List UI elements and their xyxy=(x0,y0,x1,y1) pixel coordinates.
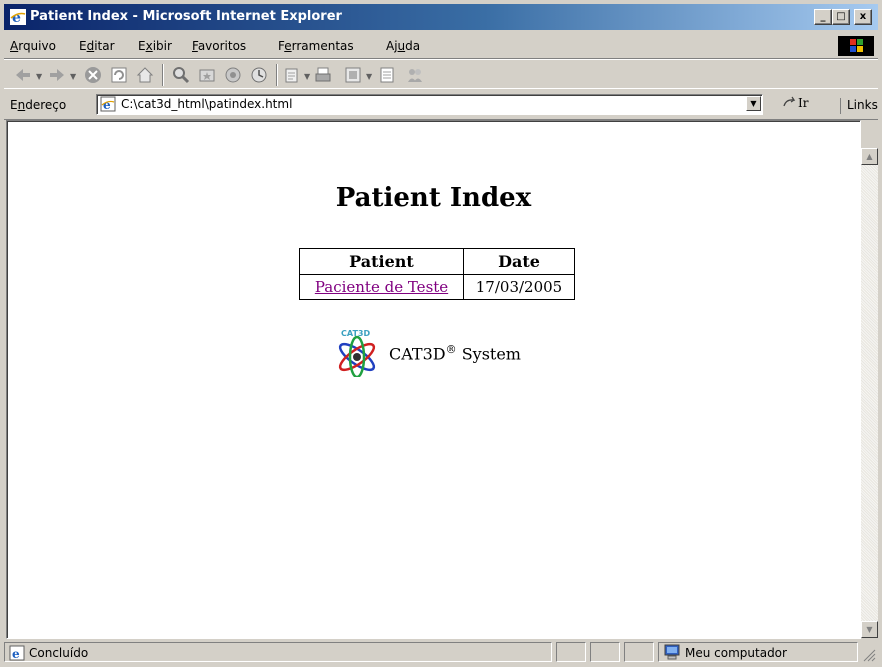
patient-table: Patient Date Paciente de Teste 17/03/200… xyxy=(299,248,575,300)
media-icon[interactable] xyxy=(224,66,242,84)
menu-ajuda[interactable]: Ajuda xyxy=(386,39,420,53)
home-icon[interactable] xyxy=(136,66,154,84)
address-bar: Endereço e C:\cat3d_html\patindex.html ▼… xyxy=(4,88,878,120)
forward-arrow-icon[interactable] xyxy=(48,66,66,84)
page-viewport: Patient Index Patient Date Paciente de T… xyxy=(6,120,861,639)
column-header-date: Date xyxy=(463,248,575,275)
vertical-scrollbar[interactable]: ▲ ▼ xyxy=(861,148,878,638)
status-text: Concluído xyxy=(29,646,89,660)
go-label: Ir xyxy=(798,96,809,110)
edit-icon[interactable] xyxy=(344,66,362,84)
security-zone-text: Meu computador xyxy=(685,646,787,660)
address-url: C:\cat3d_html\patindex.html xyxy=(121,97,293,111)
patient-cell: Paciente de Teste xyxy=(299,274,464,300)
stop-icon[interactable] xyxy=(84,66,102,84)
windows-logo-icon xyxy=(838,36,874,56)
window-title: Patient Index - Microsoft Internet Explo… xyxy=(30,9,342,24)
computer-icon xyxy=(664,644,680,660)
status-bar: e Concluído Meu computador xyxy=(4,640,878,665)
svg-text:e: e xyxy=(12,647,20,661)
mail-icon[interactable] xyxy=(284,66,302,84)
scroll-up-arrow-icon[interactable]: ▲ xyxy=(861,148,878,165)
column-header-patient: Patient xyxy=(299,248,464,275)
scroll-down-arrow-icon[interactable]: ▼ xyxy=(861,621,878,638)
address-label: Endereço xyxy=(10,98,67,112)
go-button[interactable]: Ir xyxy=(782,96,808,110)
resize-grip-icon[interactable] xyxy=(862,648,876,662)
cat3d-atom-logo: CAT3D xyxy=(338,329,376,377)
menu-editar[interactable]: Editar xyxy=(79,39,115,53)
table-header-row: Patient Date xyxy=(299,248,575,275)
discuss-icon[interactable] xyxy=(378,66,396,84)
status-cell xyxy=(590,642,620,662)
print-icon[interactable] xyxy=(314,66,332,84)
mail-dropdown-icon[interactable]: ▼ xyxy=(304,72,310,81)
page-icon: e xyxy=(100,96,116,112)
standard-toolbar: ▼ ▼ ▼ ▼ xyxy=(4,59,878,89)
search-icon[interactable] xyxy=(172,66,190,84)
minimize-button[interactable]: _ xyxy=(814,9,832,25)
go-arrow-icon xyxy=(783,96,796,107)
back-arrow-icon[interactable] xyxy=(14,66,32,84)
svg-text:e: e xyxy=(12,10,21,25)
date-cell: 17/03/2005 xyxy=(463,274,575,300)
status-cell xyxy=(624,642,654,662)
history-icon[interactable] xyxy=(250,66,268,84)
page-heading: Patient Index xyxy=(335,183,532,213)
status-main-cell: e Concluído xyxy=(4,642,552,662)
ie-window: e Patient Index - Microsoft Internet Exp… xyxy=(0,0,882,667)
favorites-icon[interactable] xyxy=(198,66,216,84)
table-row: Paciente de Teste 17/03/2005 xyxy=(299,274,575,300)
forward-dropdown-icon[interactable]: ▼ xyxy=(70,72,76,81)
menu-arquivo[interactable]: Arquivo xyxy=(10,39,56,53)
maximize-button[interactable]: □ xyxy=(832,9,850,25)
menu-ferramentas[interactable]: Ferramentas xyxy=(278,39,354,53)
patient-link[interactable]: Paciente de Teste xyxy=(315,278,448,296)
close-button[interactable]: x xyxy=(854,9,872,25)
edit-dropdown-icon[interactable]: ▼ xyxy=(366,72,372,81)
refresh-icon[interactable] xyxy=(110,66,128,84)
brand-text: CAT3D® System xyxy=(389,343,521,364)
links-button[interactable]: Links xyxy=(840,98,878,114)
page-done-icon: e xyxy=(9,645,25,661)
address-input[interactable]: e C:\cat3d_html\patindex.html ▼ xyxy=(96,94,763,115)
toolbar-separator xyxy=(162,64,164,86)
menu-favoritos[interactable]: Favoritos xyxy=(192,39,246,53)
menu-exibir[interactable]: Exibir xyxy=(138,39,172,53)
title-bar[interactable]: e Patient Index - Microsoft Internet Exp… xyxy=(4,4,878,30)
status-zone-cell: Meu computador xyxy=(658,642,858,662)
messenger-icon[interactable] xyxy=(406,66,424,84)
ie-logo-icon: e xyxy=(10,9,26,25)
address-dropdown-icon[interactable]: ▼ xyxy=(746,96,761,111)
svg-text:e: e xyxy=(103,98,111,112)
back-dropdown-icon[interactable]: ▼ xyxy=(36,72,42,81)
status-cell xyxy=(556,642,586,662)
menu-bar: Arquivo Editar Exibir Favoritos Ferramen… xyxy=(4,34,878,59)
toolbar-separator xyxy=(276,64,278,86)
